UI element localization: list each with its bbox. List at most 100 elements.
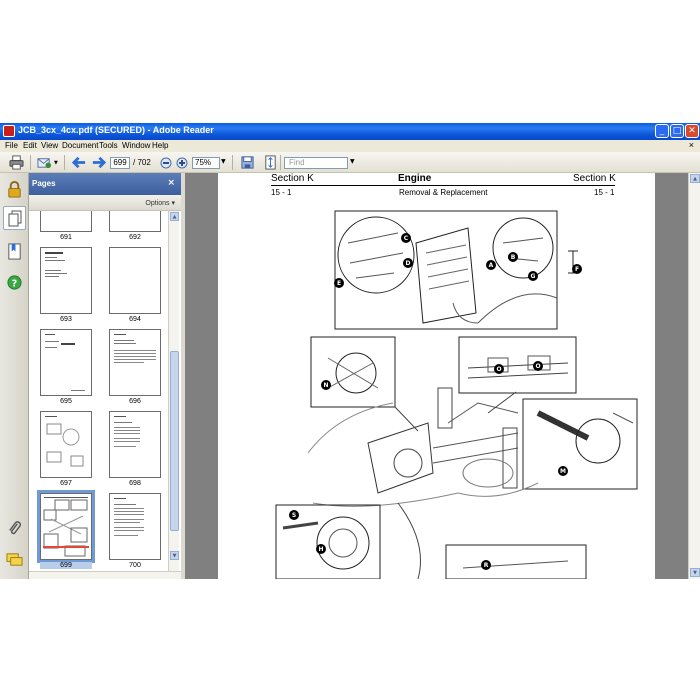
page-thumbnail-692[interactable] <box>109 211 161 232</box>
email-icon[interactable] <box>37 155 52 170</box>
thumbnail-diagram-preview <box>45 416 84 467</box>
lock-icon[interactable] <box>6 181 23 198</box>
callout-d: D <box>406 260 411 267</box>
menu-window[interactable]: Window <box>122 141 150 150</box>
page-thumbnail-696[interactable] <box>109 329 161 396</box>
thumbnail-label: 694 <box>129 316 141 323</box>
callout-g: G <box>531 273 536 280</box>
menu-tools[interactable]: Tools <box>99 141 118 150</box>
pages-panel-header: Pages × <box>29 173 181 195</box>
zoom-dropdown-icon[interactable]: ▼ <box>221 158 226 165</box>
email-dropdown-icon[interactable]: ▼ <box>54 160 58 166</box>
close-document-icon[interactable]: × <box>689 140 694 150</box>
thumbnail-label: 695 <box>60 398 72 405</box>
page-thumbnail-694[interactable] <box>109 247 161 314</box>
pages-options-bar: Options ▾ <box>29 195 181 211</box>
help-icon[interactable]: ? <box>6 274 23 291</box>
pages-panel: Pages × Options ▾ 691 692 693 694 695 69… <box>29 173 181 579</box>
thumbnail-label: 696 <box>129 398 141 405</box>
callout-o: O <box>535 363 540 370</box>
thumbnail-label: 692 <box>129 234 141 241</box>
page-thumbnail-691[interactable] <box>40 211 92 232</box>
fit-page-icon[interactable] <box>263 155 278 170</box>
menu-edit[interactable]: Edit <box>23 141 37 150</box>
bookmarks-icon[interactable] <box>6 243 23 260</box>
thumbnail-label-selected: 699 <box>40 562 92 569</box>
svg-text:?: ? <box>12 278 17 289</box>
page-thumbnail-700[interactable] <box>109 493 161 560</box>
thumbnail-label: 698 <box>129 480 141 487</box>
thumbnail-text-preview <box>45 252 67 277</box>
maximize-button[interactable]: □ <box>670 124 684 138</box>
attachments-icon[interactable] <box>6 520 23 537</box>
callout-m: M <box>560 468 566 475</box>
thumbnail-label: 693 <box>60 316 72 323</box>
callout-c: C <box>404 235 409 242</box>
page-thumbnail-697[interactable] <box>40 411 92 478</box>
save-icon[interactable] <box>240 155 255 170</box>
menu-help[interactable]: Help <box>152 141 168 150</box>
pages-panel-title: Pages <box>32 179 56 188</box>
zoom-in-icon[interactable] <box>176 157 188 169</box>
scroll-up-icon[interactable]: ▲ <box>170 212 179 221</box>
thumbnail-label: 691 <box>60 234 72 241</box>
page-thumbnail-693[interactable] <box>40 247 92 314</box>
callout-b: B <box>511 254 516 261</box>
document-vertical-scrollbar[interactable]: ▲ ▼ <box>688 173 700 579</box>
scroll-down-icon[interactable]: ▼ <box>170 551 179 560</box>
adobe-reader-window: JCB_3cx_4cx.pdf (SECURED) - Adobe Reader… <box>0 123 700 579</box>
navigation-pane-rail: ? <box>0 173 29 579</box>
scroll-up-icon[interactable]: ▲ <box>690 174 700 183</box>
scroll-down-icon[interactable]: ▼ <box>690 568 700 577</box>
close-window-button[interactable]: ✕ <box>685 124 699 138</box>
close-pages-panel-icon[interactable]: × <box>167 178 175 188</box>
page-thumbnail-695[interactable] <box>40 329 92 396</box>
page-total: / 702 <box>133 158 151 167</box>
pages-options-menu[interactable]: Options ▾ <box>145 199 175 207</box>
toolbar-separator <box>232 155 233 170</box>
next-page-icon[interactable] <box>91 155 106 170</box>
page-number-input[interactable]: 699 <box>110 157 130 169</box>
thumbnail-text-preview <box>45 334 85 391</box>
page-thumbnails[interactable]: 691 692 693 694 695 696 697 698 699 700 <box>29 211 168 571</box>
thumbnails-vertical-scrollbar[interactable]: ▲ ▼ <box>168 211 179 571</box>
thumbnail-text-preview <box>114 498 144 536</box>
window-title: JCB_3cx_4cx.pdf (SECURED) - Adobe Reader <box>18 125 214 135</box>
page-thumbnail-699[interactable] <box>37 490 95 563</box>
toolbar-separator <box>30 155 31 170</box>
thumbnail-label: 697 <box>60 480 72 487</box>
adobe-reader-app-icon[interactable] <box>3 125 15 137</box>
print-icon[interactable] <box>9 155 24 170</box>
comments-icon[interactable] <box>6 551 23 568</box>
minimize-button[interactable]: _ <box>655 124 669 138</box>
callout-e: E <box>337 280 341 287</box>
pdf-page: Section K Engine Section K 15 - 1 Remova… <box>218 173 655 579</box>
menu-bar: File Edit View Document Tools Window Hel… <box>0 140 700 152</box>
callout-h: H <box>318 546 323 553</box>
scrollbar-thumb[interactable] <box>170 351 179 531</box>
thumbnail-text-preview <box>114 416 140 447</box>
thumbnail-diagram-preview <box>43 497 89 557</box>
title-bar[interactable]: JCB_3cx_4cx.pdf (SECURED) - Adobe Reader… <box>0 123 700 140</box>
find-input[interactable]: Find <box>284 157 348 169</box>
zoom-out-icon[interactable] <box>160 157 172 169</box>
callout-a: A <box>489 262 494 269</box>
toolbar-separator <box>280 155 281 170</box>
page-thumbnail-698[interactable] <box>109 411 161 478</box>
find-dropdown-icon[interactable]: ▼ <box>350 158 355 165</box>
pages-icon <box>8 210 22 227</box>
document-view[interactable]: Section K Engine Section K 15 - 1 Remova… <box>185 173 688 579</box>
previous-page-icon[interactable] <box>72 155 87 170</box>
thumbnail-label: 700 <box>129 562 141 569</box>
menu-document[interactable]: Document <box>62 141 98 150</box>
engine-removal-diagram: C D E A B G F N O O M S H R <box>275 210 638 579</box>
pages-tab[interactable] <box>3 206 26 230</box>
callout-r: R <box>484 562 489 569</box>
callout-n: N <box>323 382 328 389</box>
callout-o: O <box>496 366 501 373</box>
menu-file[interactable]: File <box>5 141 18 150</box>
callout-f: F <box>575 266 579 273</box>
menu-view[interactable]: View <box>41 141 58 150</box>
zoom-input[interactable]: 75% <box>192 157 220 169</box>
thumbnails-horizontal-scrollbar[interactable] <box>29 571 181 579</box>
